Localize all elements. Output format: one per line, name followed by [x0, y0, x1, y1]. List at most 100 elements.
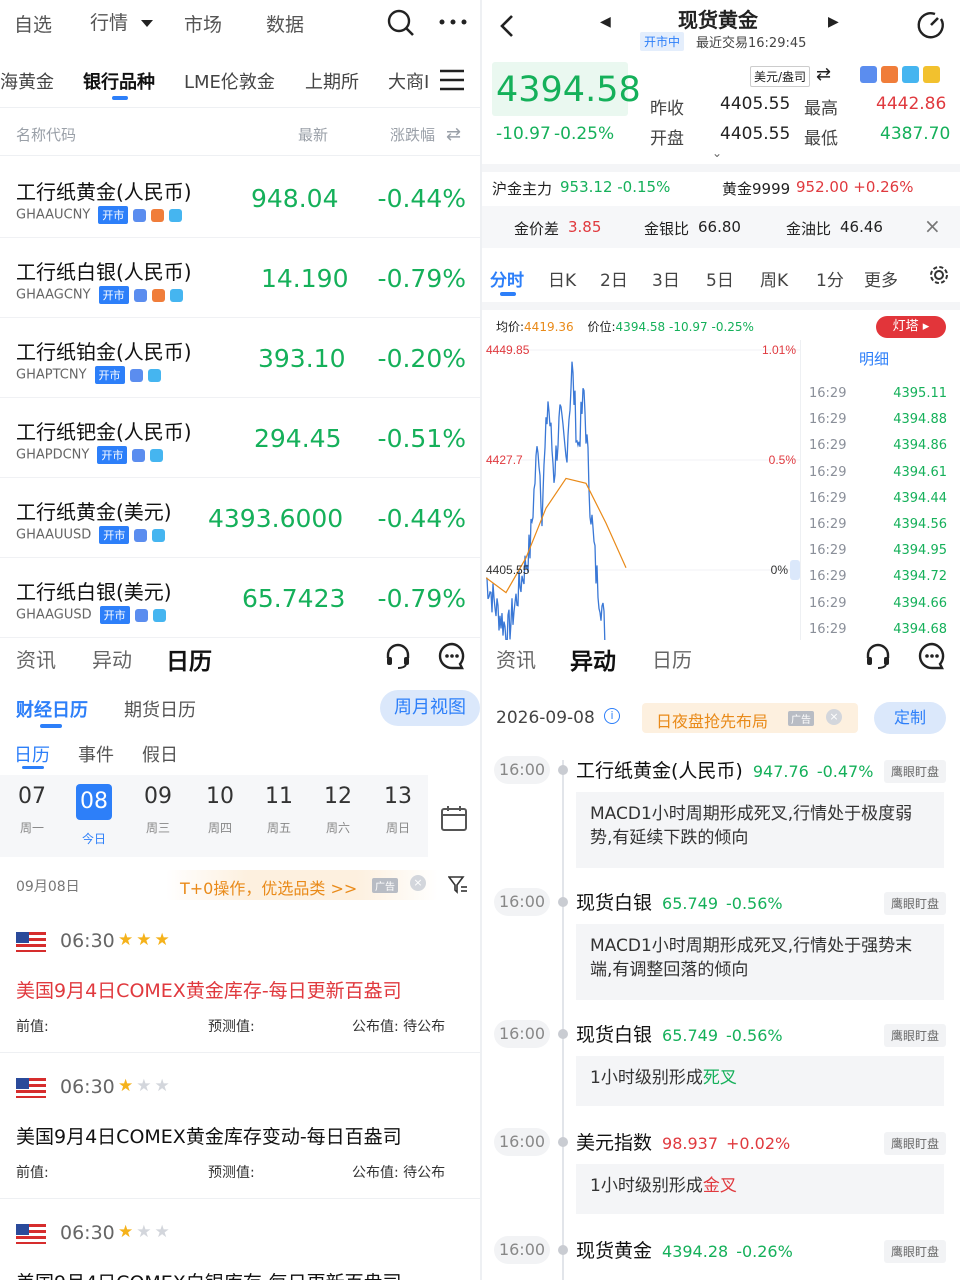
note-icon[interactable]	[923, 66, 940, 83]
menu-icon[interactable]	[438, 68, 466, 92]
prev-arrow-icon[interactable]: ◀	[600, 14, 611, 30]
close-icon[interactable]: ×	[410, 875, 426, 891]
day-cell[interactable]: 11 周五	[249, 784, 309, 854]
quote-row[interactable]: 工行纸钯金(人民币) GHAPDCNY 开市 294.45 -0.51%	[0, 398, 480, 478]
tab-gold[interactable]: 海黄金	[0, 68, 54, 94]
period-tab[interactable]: 周K	[760, 266, 788, 291]
next-arrow-icon[interactable]: ▶	[828, 14, 839, 30]
headset-icon[interactable]	[864, 642, 892, 670]
mover-header[interactable]: 美元指数 98.937 +0.02%	[576, 1128, 790, 1155]
day-number: 11	[265, 784, 293, 809]
period-tab[interactable]: 3日	[652, 266, 680, 291]
quote-row[interactable]: 工行纸白银(美元) GHAAGUSD 开市 65.7423 -0.79%	[0, 558, 480, 638]
ad-banner[interactable]: T+0操作，优选品类 >> 广告 ×	[166, 870, 438, 900]
tab-shfe[interactable]: 上期所	[305, 68, 359, 94]
day-cell[interactable]: 12 周六	[308, 784, 368, 854]
period-tab[interactable]: 2日	[600, 266, 628, 291]
mover-header[interactable]: 工行纸黄金(人民币) 947.76 -0.47%	[576, 756, 873, 783]
event-title[interactable]: 美国9月4日COMEX黄金库存-每日更新百盎司	[16, 976, 402, 1003]
percent-icon[interactable]	[860, 66, 877, 83]
quote-last: 948.04	[251, 184, 339, 213]
intraday-chart[interactable]: 4449.85 4427.7 4405.55 1.01% 0.5% 0%	[485, 340, 800, 763]
hawkeye-badge[interactable]: 鹰眼盯盘	[883, 1024, 946, 1047]
mover-detail[interactable]: MACD1小时周期形成死叉,行情处于强势末端,有调整回落的倾向	[576, 924, 944, 1000]
week-month-view-button[interactable]: 周月视图	[380, 690, 480, 726]
mover-header[interactable]: 现货白银 65.749 -0.56%	[576, 888, 783, 915]
mover-detail[interactable]: 1小时级别形成死叉	[576, 1056, 944, 1106]
subtab-events[interactable]: 事件	[78, 741, 114, 767]
swap-icon[interactable]: ⇄	[446, 124, 461, 145]
tab-market[interactable]: 市场	[184, 10, 222, 37]
tab-data[interactable]: 数据	[266, 10, 304, 37]
period-tab[interactable]: 分时	[490, 266, 524, 291]
expand-chevron-icon[interactable]: ⌄	[712, 146, 722, 160]
tab-movers[interactable]: 异动	[570, 642, 616, 676]
tab-watchlist[interactable]: 自选	[14, 10, 52, 37]
mover-detail[interactable]: 1小时级别形成金叉	[576, 1164, 944, 1214]
tab-quotes[interactable]: 行情	[90, 8, 154, 35]
quote-row[interactable]: 工行纸白银(人民币) GHAAGCNY 开市 14.190 -0.79%	[0, 238, 480, 318]
lighthouse-button[interactable]: 灯塔 ▸	[876, 316, 946, 338]
quote-row[interactable]: 工行纸黄金(人民币) GHAAUCNY 开市 948.04 -0.44%	[0, 158, 480, 238]
headset-icon[interactable]	[384, 642, 412, 670]
related-quotes[interactable]: 沪金主力 953.12 -0.15% 黄金9999 952.00 +0.26%	[482, 176, 960, 200]
back-icon[interactable]	[498, 14, 516, 38]
tab-lme[interactable]: LME伦敦金	[184, 68, 275, 94]
col-change[interactable]: 涨跌幅	[390, 124, 435, 145]
tab-bank-products[interactable]: 银行品种	[83, 68, 155, 94]
subtab-calendar[interactable]: 日历	[14, 741, 50, 767]
swap-unit-icon[interactable]: ⇄	[816, 64, 831, 85]
period-tab[interactable]: 日K	[548, 266, 576, 291]
period-tab[interactable]: 5日	[706, 266, 734, 291]
close-icon[interactable]: ×	[924, 214, 941, 238]
quote-row[interactable]: 工行纸黄金(美元) GHAAUUSD 开市 4393.6000 -0.44%	[0, 478, 480, 558]
tick-price: 4394.72	[893, 569, 947, 585]
ad-banner[interactable]: 日夜盘抢先布局 广告 ×	[642, 703, 858, 733]
hawkeye-badge[interactable]: 鹰眼盯盘	[883, 760, 946, 783]
close-icon[interactable]: ×	[826, 709, 842, 725]
mover-pct: +0.02%	[726, 1134, 791, 1153]
event-title[interactable]: 美国9月4日COMEX黄金库存变动-每日百盎司	[16, 1122, 402, 1149]
chat-icon[interactable]	[918, 642, 946, 670]
calendar-icon[interactable]	[440, 804, 468, 832]
tab-econ-calendar[interactable]: 财经日历	[16, 696, 88, 722]
subtab-holidays[interactable]: 假日	[142, 741, 178, 767]
tab-news[interactable]: 资讯	[496, 644, 536, 673]
col-last[interactable]: 最新	[298, 124, 328, 145]
settings-icon[interactable]	[928, 264, 950, 286]
tab-news[interactable]: 资讯	[16, 644, 56, 673]
day-cell[interactable]: 10 周四	[190, 784, 250, 854]
info-icon[interactable]	[881, 66, 898, 83]
day-cell[interactable]: 07 周一	[2, 784, 62, 854]
mover-detail[interactable]: MACD1小时周期形成死叉,行情处于极度弱势,有延续下跌的倾向	[576, 792, 944, 868]
period-tab[interactable]: 1分	[816, 266, 844, 291]
hawkeye-badge[interactable]: 鹰眼盯盘	[883, 1132, 946, 1155]
quote-row[interactable]: 工行纸铂金(人民币) GHAPTCNY 开市 393.10 -0.20%	[0, 318, 480, 398]
tab-futures-calendar[interactable]: 期货日历	[124, 696, 196, 722]
chat-icon[interactable]	[438, 642, 466, 670]
period-tab[interactable]: 更多	[864, 266, 898, 291]
tick-detail[interactable]: 明细 16:29 4395.11 16:29 4394.88 16:29 4394.86 1…	[800, 340, 954, 640]
hawkeye-badge[interactable]: 鹰眼盯盘	[883, 1240, 946, 1263]
event-time: 06:30	[60, 1222, 115, 1244]
info-circle-icon[interactable]: i	[604, 708, 620, 724]
day-cell[interactable]: 09 周三	[128, 784, 188, 854]
row-divider	[0, 1198, 480, 1199]
filter-icon[interactable]	[448, 876, 468, 894]
tick-time: 16:29	[809, 412, 847, 428]
tab-movers[interactable]: 异动	[92, 644, 132, 673]
day-cell[interactable]: 08 今日	[64, 784, 124, 854]
clock-icon[interactable]	[902, 66, 919, 83]
tab-calendar[interactable]: 日历	[166, 642, 212, 676]
refresh-gauge-icon[interactable]	[916, 10, 946, 40]
tab-calendar[interactable]: 日历	[652, 644, 692, 673]
mover-header[interactable]: 现货白银 65.749 -0.56%	[576, 1020, 783, 1047]
day-cell[interactable]: 13 周日	[368, 784, 428, 854]
more-icon[interactable]	[438, 18, 470, 26]
tab-dce[interactable]: 大商I	[388, 68, 428, 94]
hawkeye-badge[interactable]: 鹰眼盯盘	[883, 892, 946, 915]
customize-button[interactable]: 定制	[874, 702, 946, 734]
mover-header[interactable]: 现货黄金 4394.28 -0.26%	[576, 1236, 793, 1263]
search-icon[interactable]	[386, 8, 416, 38]
event-title[interactable]: 美国9月4日COMEX白银库存-每日更新百盎司	[16, 1268, 402, 1280]
